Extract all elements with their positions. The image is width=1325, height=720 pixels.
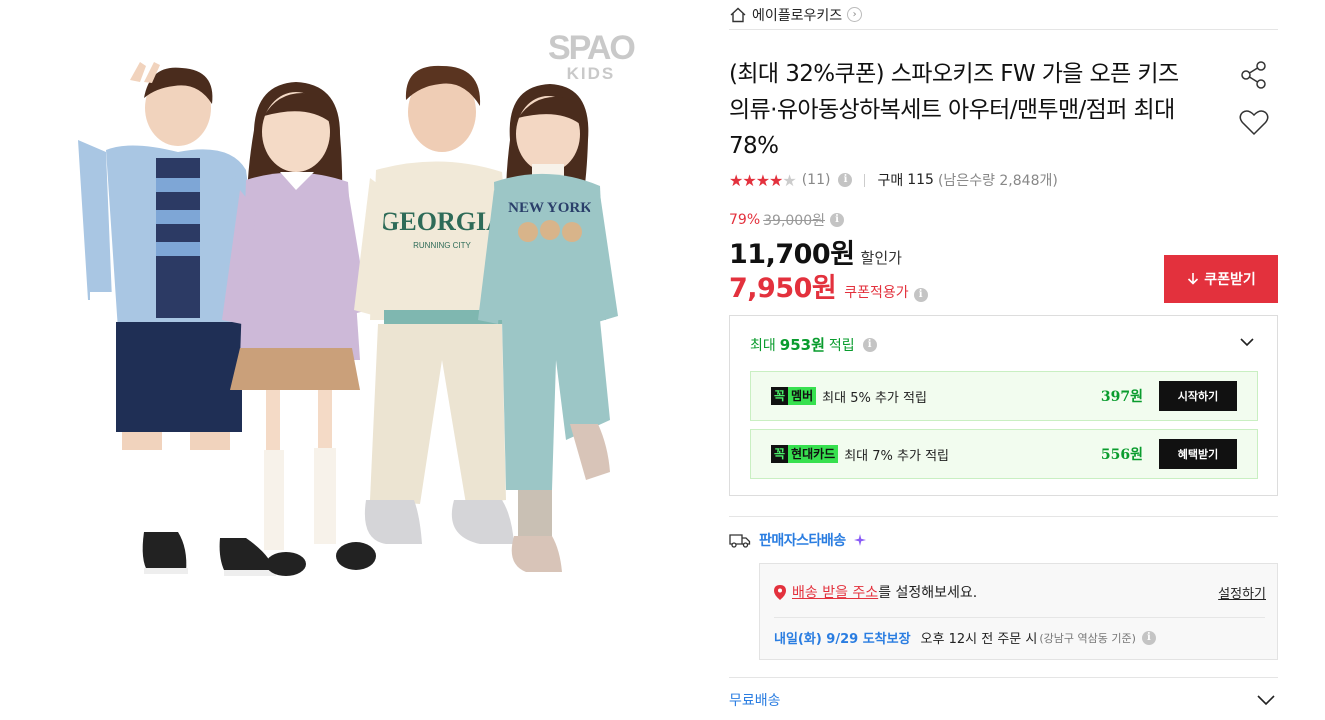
kids-photo: GEORGIA RUNNING CITY NEW YORK	[78, 62, 618, 576]
free-shipping-label[interactable]: 무료배송	[729, 690, 781, 710]
badge-prefix: 꼭	[771, 445, 789, 463]
reward-box: 최대 953원 적립 i 꼭 멤버 최대 5% 추가 적립 397원 시작하기 꼭…	[729, 315, 1278, 496]
arrival-info: 내일(화) 9/29 도착보장 오후 12시 전 주문 시 (강남구 역삼동 기…	[774, 628, 1156, 647]
get-coupon-button[interactable]: 쿠폰받기	[1164, 255, 1278, 303]
sale-price-label: 할인가	[860, 249, 902, 267]
set-address-link[interactable]: 설정하기	[1218, 583, 1266, 602]
star-delivery: 판매자스타배송	[729, 530, 866, 550]
download-icon	[1188, 273, 1199, 285]
arrival-date: 내일(화) 9/29 도착보장	[774, 632, 911, 647]
reward-text: 최대 7% 추가 적립	[844, 448, 949, 464]
badge-name: 현대카드	[788, 445, 839, 463]
address-text: 를 설정해보세요.	[878, 585, 978, 601]
info-icon[interactable]: i	[913, 288, 928, 302]
divider	[774, 617, 1265, 618]
coupon-price-label: 쿠폰적용가	[844, 285, 909, 301]
stars-filled: ★★★★	[729, 170, 783, 190]
divider	[729, 677, 1278, 678]
arrival-condition: 오후 12시 전 주문 시	[920, 632, 1038, 647]
member-badge: 꼭 멤버	[771, 387, 817, 405]
remaining-stock: (남은수량 2,848개)	[937, 173, 1058, 189]
reward-text: 최대 5% 추가 적립	[822, 390, 927, 406]
rating-row: ★★★★★ (11) i 구매 115 (남은수량 2,848개)	[729, 170, 1058, 190]
badge-name: 멤버	[788, 387, 817, 405]
heart-icon[interactable]	[1237, 106, 1271, 140]
address-prompt: 배송 받을 주소 를 설정해보세요.	[774, 582, 977, 602]
get-coupon-label: 쿠폰받기	[1204, 272, 1256, 288]
chevron-down-icon[interactable]	[1239, 334, 1255, 350]
product-info: 에이플로우키즈 › (최대 32%쿠폰) 스파오키즈 FW 가을 오픈 키즈의류…	[729, 0, 1278, 720]
stars-empty: ★	[782, 170, 796, 190]
reward-item-member: 꼭 멤버 최대 5% 추가 적립 397원 시작하기	[750, 371, 1258, 421]
location-pin-icon	[774, 584, 786, 600]
original-price: 39,000원	[763, 213, 825, 229]
chevron-right-icon[interactable]: ›	[847, 7, 863, 22]
info-icon[interactable]: i	[838, 173, 853, 187]
buy-count: 115	[907, 172, 934, 188]
rating-stars[interactable]: ★★★★★	[729, 170, 797, 190]
home-icon	[730, 7, 746, 22]
info-icon[interactable]: i	[862, 337, 877, 352]
truck-icon	[729, 534, 751, 548]
product-title: (최대 32%쿠폰) 스파오키즈 FW 가을 오픈 키즈의류·유아동상하복세트 …	[729, 61, 1179, 159]
review-count[interactable]: (11)	[802, 172, 831, 188]
divider	[864, 173, 866, 187]
reward-max-amount: 953원	[779, 336, 825, 354]
card-badge: 꼭 현대카드	[771, 445, 839, 463]
get-benefit-button[interactable]: 혜택받기	[1159, 439, 1237, 469]
badge-prefix: 꼭	[771, 387, 789, 405]
svg-text:GEORGIA: GEORGIA	[379, 207, 505, 236]
svg-text:RUNNING CITY: RUNNING CITY	[413, 241, 471, 250]
reward-amount: 397원	[1100, 389, 1143, 405]
reward-prefix: 최대	[750, 337, 776, 354]
divider	[729, 516, 1278, 517]
svg-text:NEW YORK: NEW YORK	[508, 200, 592, 216]
reward-suffix: 적립	[828, 337, 855, 354]
star-delivery-label: 판매자스타배송	[759, 533, 846, 549]
coupon-price-row: 7,950원 쿠폰적용가 i	[729, 266, 928, 305]
reward-summary[interactable]: 최대 953원 적립 i	[750, 334, 877, 355]
address-link[interactable]: 배송 받을 주소	[792, 582, 878, 602]
buy-label: 구매	[877, 173, 904, 189]
coupon-price: 7,950원	[729, 273, 837, 304]
store-name[interactable]: 에이플로우키즈	[752, 5, 842, 25]
reward-item-card: 꼭 현대카드 최대 7% 추가 적립 556원 혜택받기	[750, 429, 1258, 479]
info-icon[interactable]: i	[830, 213, 844, 227]
sparkle-icon	[853, 534, 866, 546]
info-icon[interactable]: i	[1141, 630, 1156, 645]
reward-amount: 556원	[1100, 447, 1143, 463]
share-icon[interactable]	[1237, 58, 1271, 92]
discount-row: 79% 39,000원 i	[729, 210, 844, 230]
start-membership-button[interactable]: 시작하기	[1159, 381, 1237, 411]
store-link[interactable]: 에이플로우키즈 ›	[729, 0, 1278, 30]
chevron-down-icon[interactable]	[1256, 692, 1276, 708]
product-image[interactable]: SPAO KIDS GEORGIA RUNNING CITY NEW YORK	[0, 0, 700, 720]
address-box: 배송 받을 주소 를 설정해보세요. 설정하기 내일(화) 9/29 도착보장 …	[759, 563, 1278, 660]
arrival-area: (강남구 역삼동 기준)	[1039, 631, 1136, 645]
discount-rate: 79%	[729, 212, 761, 228]
